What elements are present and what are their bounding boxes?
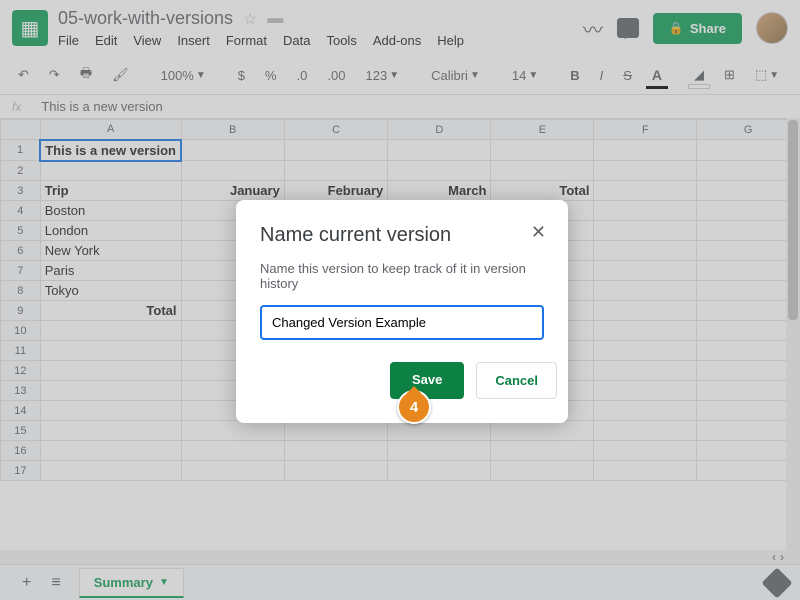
cancel-button[interactable]: Cancel [476, 362, 557, 399]
callout-number: 4 [397, 390, 431, 424]
dialog-title: Name current version [260, 224, 544, 247]
close-icon[interactable]: ✕ [531, 222, 546, 243]
version-name-input[interactable] [260, 305, 544, 340]
dialog-description: Name this version to keep track of it in… [260, 261, 544, 291]
tutorial-callout: 4 [397, 390, 431, 424]
